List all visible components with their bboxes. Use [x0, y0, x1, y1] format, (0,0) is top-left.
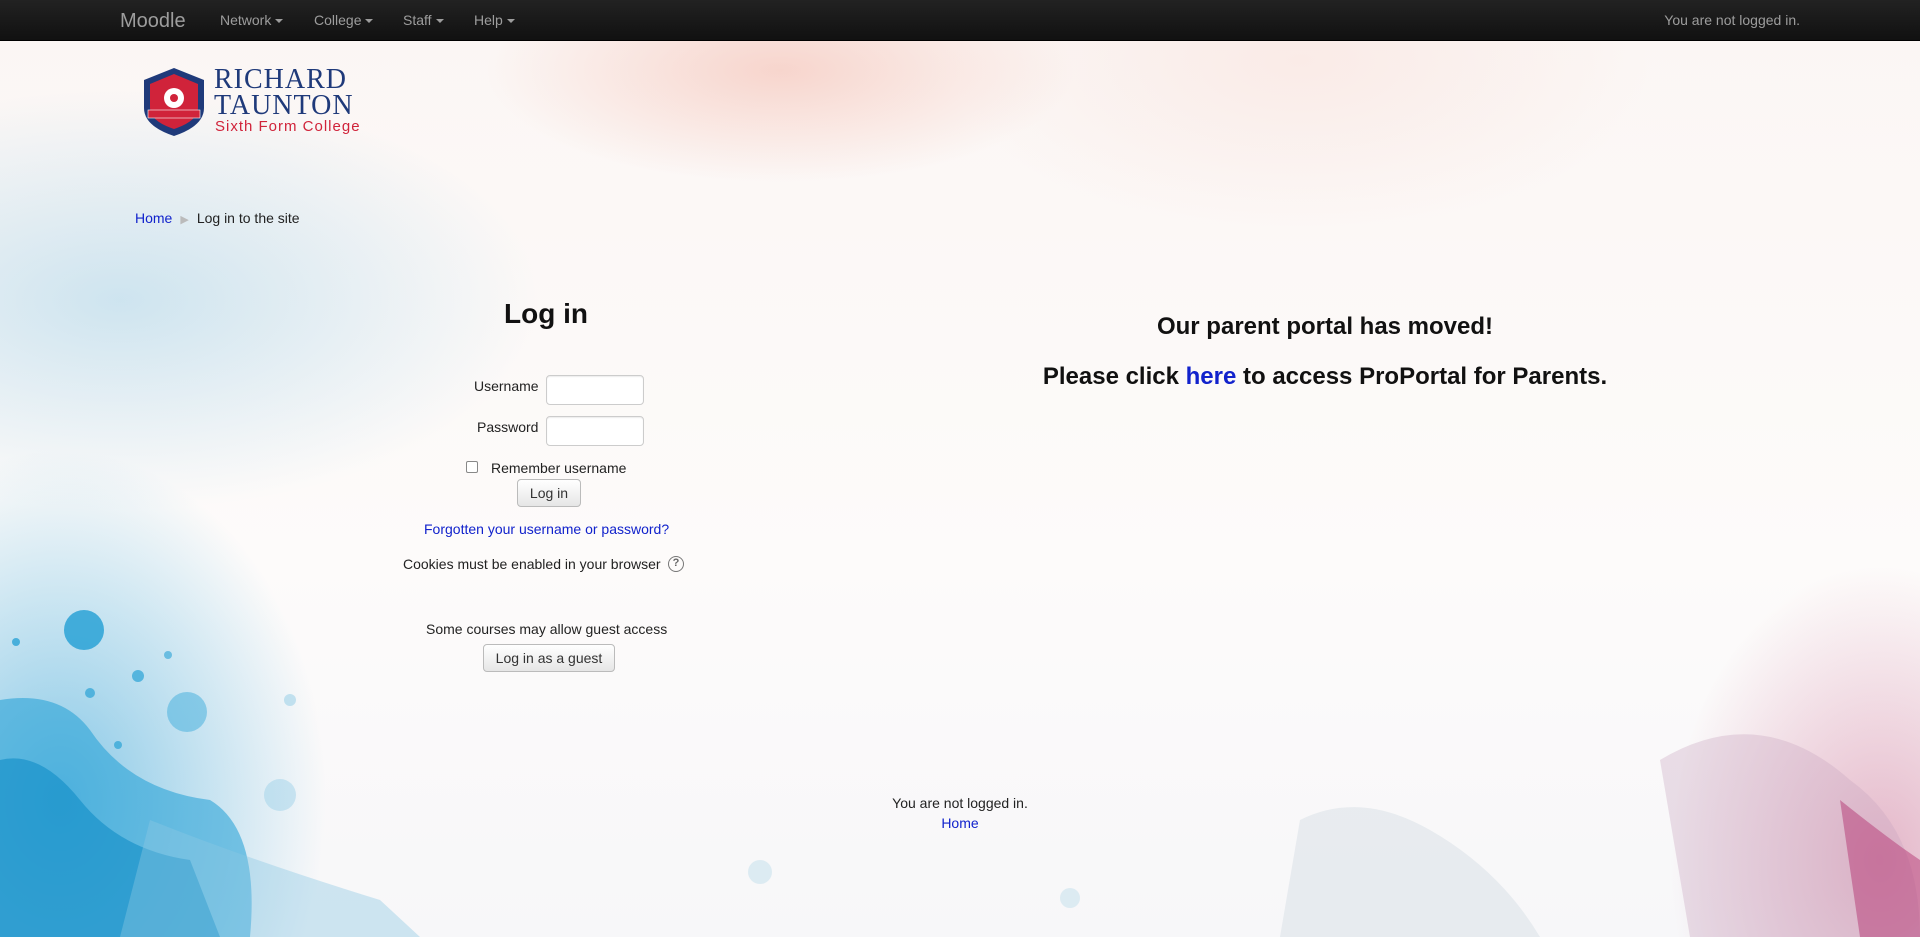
logo-line-sixth-form: Sixth Form College: [215, 118, 361, 135]
chevron-down-icon: [365, 19, 374, 24]
breadcrumb-home-link[interactable]: Home: [135, 210, 172, 226]
guest-access-text: Some courses may allow guest access: [426, 621, 668, 637]
password-input[interactable]: [546, 416, 644, 446]
navbar-login-status: You are not logged in.: [1664, 12, 1800, 28]
remember-username-label: Remember username: [491, 460, 627, 476]
login-title: Log in: [504, 298, 588, 329]
logo-line-taunton: TAUNTON: [214, 90, 354, 121]
college-logo[interactable]: RICHARD TAUNTON Sixth Form College: [138, 66, 368, 138]
username-input[interactable]: [546, 375, 644, 405]
username-label: Username: [474, 378, 539, 394]
breadcrumb-current: Log in to the site: [196, 210, 300, 226]
nav-help-menu[interactable]: Help: [474, 12, 515, 28]
nav-help-label: Help: [474, 12, 503, 28]
portal-instruction: Please click here to access ProPortal fo…: [980, 363, 1670, 391]
password-label: Password: [477, 419, 539, 435]
portal-instruction-after: to access ProPortal for Parents.: [1236, 363, 1608, 390]
portal-moved-heading: Our parent portal has moved!: [1156, 313, 1494, 340]
nav-network-menu[interactable]: Network: [220, 12, 284, 28]
proportal-here-link[interactable]: here: [1186, 363, 1237, 390]
footer-home: Home: [860, 815, 1060, 831]
chevron-down-icon: [506, 19, 515, 24]
crest-icon: [144, 68, 204, 136]
nav-staff-label: Staff: [403, 12, 432, 28]
breadcrumb-separator-icon: ▶: [180, 214, 189, 226]
login-button[interactable]: Log in: [517, 479, 581, 507]
footer-login-status: You are not logged in.: [892, 795, 1028, 811]
chevron-down-icon: [275, 19, 284, 24]
guest-login-button[interactable]: Log in as a guest: [483, 644, 615, 672]
nav-network-label: Network: [220, 12, 272, 28]
remember-username-checkbox[interactable]: [466, 461, 478, 473]
top-navbar: Moodle Network College Staff Help You ar…: [0, 0, 1920, 41]
brand-link[interactable]: Moodle: [120, 10, 186, 33]
nav-staff-menu[interactable]: Staff: [403, 12, 444, 28]
help-icon[interactable]: ?: [668, 556, 684, 572]
nav-college-menu[interactable]: College: [314, 12, 374, 28]
cookies-notice: Cookies must be enabled in your browser: [403, 556, 661, 572]
chevron-down-icon: [435, 19, 444, 24]
footer-home-link[interactable]: Home: [941, 815, 978, 831]
nav-college-label: College: [314, 12, 362, 28]
forgot-password-link[interactable]: Forgotten your username or password?: [424, 521, 669, 537]
breadcrumb: Home ▶ Log in to the site: [135, 210, 300, 226]
portal-instruction-before: Please click: [1042, 363, 1186, 390]
